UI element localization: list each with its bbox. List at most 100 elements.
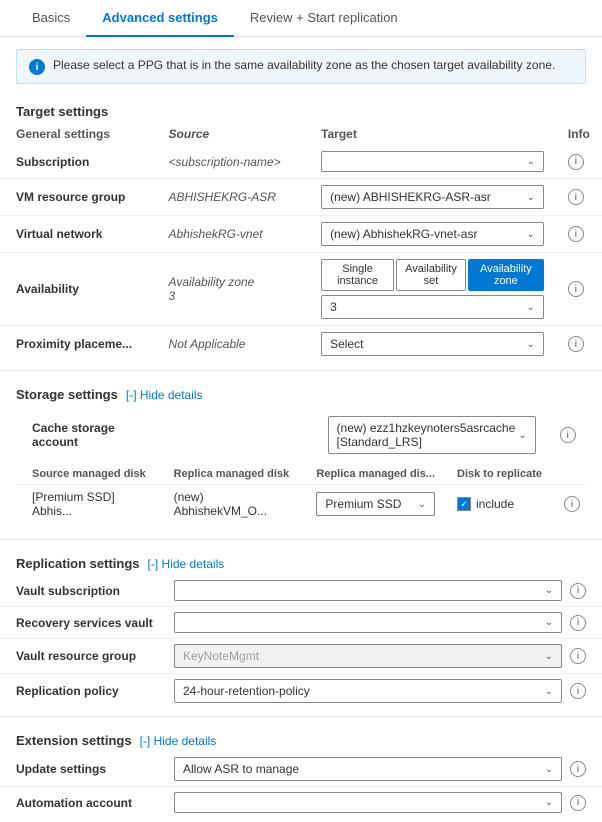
row-target-3: Single instanceAvailability setAvailabil… [305, 253, 552, 326]
disk-type-value: Premium SSD [325, 497, 401, 511]
avail-dropdown-arrow: ⌄ [526, 302, 534, 313]
disk-info-circle-0[interactable]: i [564, 496, 580, 512]
row-target-2: (new) AbhishekRG-vnet-asr⌄ [305, 216, 552, 253]
replication-row-3: Replication policy 24-hour-retention-pol… [0, 673, 602, 708]
rep-info-1[interactable]: i [570, 615, 586, 631]
ext-control-0: Allow ASR to manage ⌄ [174, 757, 562, 781]
ext-arrow-0: ⌄ [545, 764, 553, 775]
info-circle-2[interactable]: i [568, 226, 584, 242]
replication-settings-header: Replication settings [-] Hide details [0, 548, 602, 575]
target-dropdown-1[interactable]: (new) ABHISHEKRG-ASR-asr⌄ [321, 185, 544, 209]
rep-label-2: Vault resource group [16, 649, 166, 663]
rep-info-2[interactable]: i [570, 648, 586, 664]
cache-info-icon[interactable]: i [560, 427, 576, 443]
rep-arrow-2: ⌄ [545, 651, 553, 662]
tab-bar: Basics Advanced settings Review + Start … [0, 0, 602, 37]
avail-btn-0[interactable]: Single instance [321, 259, 394, 291]
disk-include-0: ✓include [441, 485, 548, 524]
col-general-settings: General settings [0, 123, 153, 145]
rep-info-3[interactable]: i [570, 683, 586, 699]
target-dropdown-0[interactable]: ⌄ [321, 151, 544, 172]
availability-dropdown[interactable]: 3⌄ [321, 295, 544, 319]
info-circle-0[interactable]: i [568, 154, 584, 170]
row-target-0: ⌄ [305, 145, 552, 179]
rep-control-1: ⌄ [174, 612, 562, 633]
info-circle-3[interactable]: i [568, 281, 584, 297]
rep-arrow-0: ⌄ [545, 585, 553, 596]
rep-control-3: 24-hour-retention-policy ⌄ [174, 679, 562, 703]
extension-row-1: Automation account ⌄ i [0, 786, 602, 818]
rep-info-0[interactable]: i [570, 583, 586, 599]
dropdown-arrow-2: ⌄ [526, 229, 534, 240]
extension-settings-header: Extension settings [-] Hide details [0, 725, 602, 752]
ext-info-0[interactable]: i [570, 761, 586, 777]
rep-dropdown-3[interactable]: 24-hour-retention-policy ⌄ [174, 679, 562, 703]
ext-dropdown-1[interactable]: ⌄ [174, 792, 562, 813]
replication-row-1: Recovery services vault ⌄ i [0, 606, 602, 638]
disk-type-dropdown[interactable]: Premium SSD⌄ [316, 492, 435, 516]
rep-dropdown-0[interactable]: ⌄ [174, 580, 562, 601]
storage-settings-header: Storage settings [-] Hide details [0, 379, 602, 406]
row-info-2: i [552, 216, 602, 253]
dropdown-arrow-4: ⌄ [526, 339, 534, 350]
rep-arrow-3: ⌄ [545, 686, 553, 697]
cache-storage-table: Cache storage account (new) ezz1hzkeynot… [16, 410, 586, 460]
info-banner-text: Please select a PPG that is in the same … [53, 58, 555, 72]
row-label-3: Availability [0, 253, 153, 326]
info-banner: i Please select a PPG that is in the sam… [16, 49, 586, 84]
row-target-4: Select ⌄ [305, 326, 552, 363]
disk-col-replica: Replica managed disk [158, 464, 301, 485]
cache-storage-value: (new) ezz1hzkeynoters5asrcache [Standard… [337, 421, 519, 449]
cache-info-cell: i [544, 410, 586, 460]
extension-section: Update settings Allow ASR to manage ⌄ i … [0, 752, 602, 818]
dropdown-arrow-1: ⌄ [526, 192, 534, 203]
ext-control-1: ⌄ [174, 792, 562, 813]
storage-hide-link[interactable]: [-] Hide details [126, 388, 203, 402]
disk-col-source: Source managed disk [16, 464, 158, 485]
info-circle-4[interactable]: i [568, 336, 584, 352]
rep-label-0: Vault subscription [16, 584, 166, 598]
disk-source-0: [Premium SSD] Abhis... [16, 485, 158, 524]
target-dropdown-value-4: Select [330, 337, 363, 351]
rep-value-2: KeyNoteMgmt [183, 649, 259, 663]
col-info: Info [552, 123, 602, 145]
tab-review-start[interactable]: Review + Start replication [234, 0, 414, 37]
avail-btn-1[interactable]: Availability set [396, 259, 466, 291]
col-source: Source [153, 123, 306, 145]
tab-basics[interactable]: Basics [16, 0, 86, 37]
target-dropdown-4[interactable]: Select ⌄ [321, 332, 544, 356]
disk-row-0: [Premium SSD] Abhis...(new) AbhishekVM_O… [16, 485, 586, 524]
info-circle-1[interactable]: i [568, 189, 584, 205]
target-row-3: AvailabilityAvailability zone3Single ins… [0, 253, 602, 326]
replication-hide-link[interactable]: [-] Hide details [148, 557, 225, 571]
row-info-4: i [552, 326, 602, 363]
rep-dropdown-1[interactable]: ⌄ [174, 612, 562, 633]
row-target-1: (new) ABHISHEKRG-ASR-asr⌄ [305, 179, 552, 216]
rep-label-1: Recovery services vault [16, 616, 166, 630]
row-source-1: ABHISHEKRG-ASR [153, 179, 306, 216]
extension-hide-link[interactable]: [-] Hide details [140, 734, 217, 748]
col-target: Target [305, 123, 552, 145]
ext-label-0: Update settings [16, 762, 166, 776]
cache-storage-source [164, 410, 312, 460]
cache-storage-dropdown[interactable]: (new) ezz1hzkeynoters5asrcache [Standard… [312, 410, 544, 460]
rep-dropdown-2: KeyNoteMgmt ⌄ [174, 644, 562, 668]
storage-settings-section: Cache storage account (new) ezz1hzkeynot… [0, 406, 602, 531]
disk-table: Source managed disk Replica managed disk… [16, 464, 586, 523]
disk-include-checkbox[interactable]: ✓ [457, 497, 471, 511]
storage-settings-title: Storage settings [16, 387, 118, 402]
target-row-4: Proximity placeme...Not ApplicableSelect… [0, 326, 602, 363]
target-dropdown-2[interactable]: (new) AbhishekRG-vnet-asr⌄ [321, 222, 544, 246]
extension-row-0: Update settings Allow ASR to manage ⌄ i [0, 752, 602, 786]
disk-replica-0: (new) AbhishekVM_O... [158, 485, 301, 524]
rep-control-0: ⌄ [174, 580, 562, 601]
target-row-0: Subscription<subscription-name>⌄i [0, 145, 602, 179]
row-source-2: AbhishekRG-vnet [153, 216, 306, 253]
row-label-0: Subscription [0, 145, 153, 179]
tab-advanced-settings[interactable]: Advanced settings [86, 0, 234, 37]
ext-dropdown-0[interactable]: Allow ASR to manage ⌄ [174, 757, 562, 781]
target-row-2: Virtual networkAbhishekRG-vnet(new) Abhi… [0, 216, 602, 253]
avail-btn-2[interactable]: Availability zone [468, 259, 544, 291]
cache-storage-select[interactable]: (new) ezz1hzkeynoters5asrcache [Standard… [328, 416, 536, 454]
ext-info-1[interactable]: i [570, 795, 586, 811]
